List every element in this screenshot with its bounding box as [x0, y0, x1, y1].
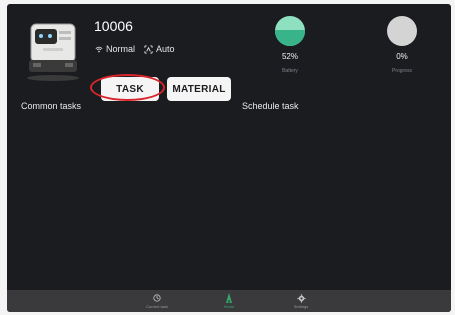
- nav-label: Settings: [293, 304, 309, 309]
- mode-text: Auto: [156, 44, 175, 54]
- nav-label: Current task: [146, 304, 168, 309]
- battery-circle: [275, 16, 305, 46]
- progress-circle: [387, 16, 417, 46]
- battery-value: 52%: [281, 52, 298, 61]
- nav-home[interactable]: Home: [193, 292, 265, 309]
- robot-image: [27, 23, 79, 81]
- bottom-nav: Current task Home Settings: [7, 290, 451, 312]
- material-button[interactable]: MATERIAL: [167, 77, 231, 101]
- nav-current-task[interactable]: Current task: [121, 293, 193, 309]
- robot-id: 10006: [94, 18, 133, 34]
- battery-label: Battery: [282, 68, 298, 74]
- progress-label: Progress: [391, 68, 412, 74]
- schedule-task-label: Schedule task: [242, 101, 299, 111]
- auto-mode-icon: [144, 44, 153, 54]
- nav-label: Home: [223, 304, 235, 309]
- home-icon: [225, 292, 233, 303]
- app-screen: 10006 Normal Auto TASK MATERIAL Common t…: [7, 4, 451, 312]
- status-row: Normal Auto: [95, 44, 175, 54]
- clock-icon: [153, 293, 161, 303]
- nav-settings[interactable]: Settings: [265, 293, 337, 309]
- battery-fill: [275, 30, 305, 46]
- task-button[interactable]: TASK: [101, 77, 159, 101]
- progress-value: 0%: [396, 52, 408, 61]
- progress-gauge: 0% Progress: [372, 16, 432, 74]
- mode-group: Auto: [144, 44, 175, 54]
- wifi-icon: [95, 46, 103, 53]
- common-tasks-label: Common tasks: [21, 101, 82, 111]
- status-text: Normal: [106, 44, 136, 54]
- battery-gauge: 52% Battery: [260, 16, 320, 74]
- gear-icon: [296, 293, 306, 303]
